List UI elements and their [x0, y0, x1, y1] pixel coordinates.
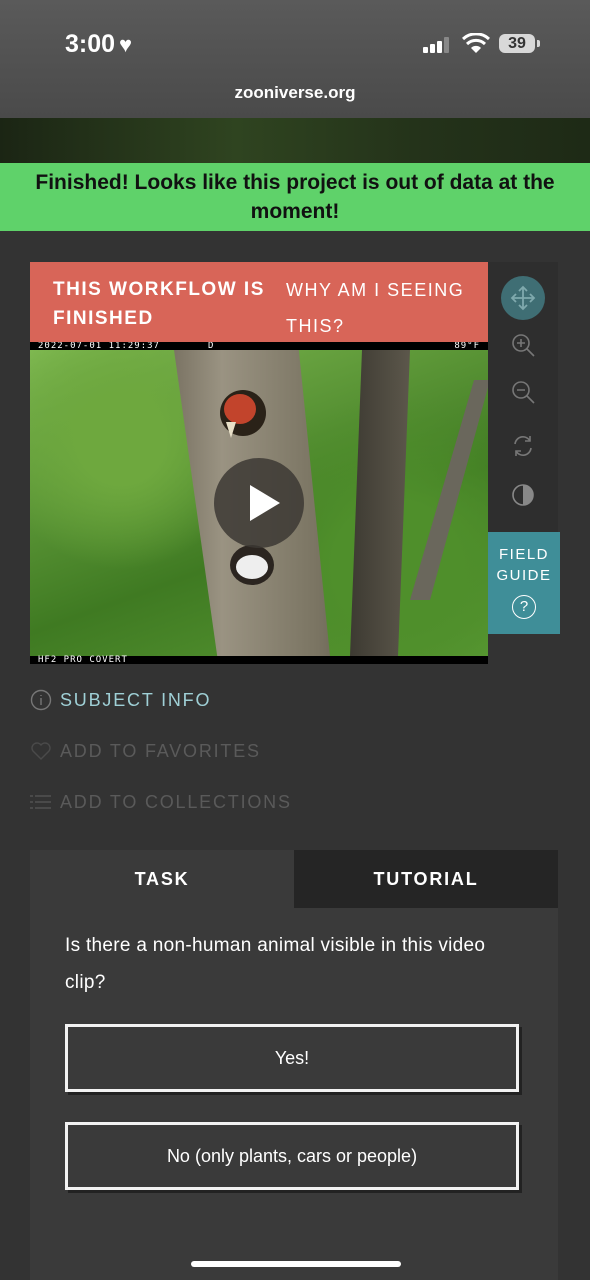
classifier-panel: THIS WORKFLOW IS FINISHED WHY AM I SEEIN… — [30, 262, 560, 1280]
tab-tutorial[interactable]: TUTORIAL — [294, 850, 558, 908]
subject-video[interactable]: 2022-07-01 11:29:37 D 89°F HF2 PRO COVER… — [30, 342, 488, 664]
field-guide-button[interactable]: FIELD GUIDE ? — [488, 532, 560, 634]
contrast-icon — [512, 484, 534, 506]
contrast-button[interactable] — [501, 473, 545, 517]
tree-branch — [410, 380, 488, 600]
zoom-out-icon — [512, 381, 535, 404]
play-icon — [250, 485, 280, 521]
why-am-i-seeing-this-link[interactable]: WHY AM I SEEING THIS? — [286, 272, 476, 344]
battery-icon: 39 — [499, 34, 535, 53]
move-tool-button[interactable] — [501, 276, 545, 320]
list-icon — [30, 791, 52, 813]
video-day-flag: D — [208, 342, 214, 351]
out-of-data-banner: Finished! Looks like this project is out… — [0, 163, 590, 231]
battery-nub — [537, 40, 540, 47]
heart-icon: ♥ — [119, 32, 133, 57]
video-timestamp: 2022-07-01 11:29:37 — [38, 342, 160, 351]
add-to-collections-button[interactable]: ADD TO COLLECTIONS — [30, 791, 292, 813]
task-question: Is there a non-human animal visible in t… — [65, 935, 486, 993]
tree-trunk-shadow — [350, 350, 410, 656]
heart-outline-icon — [30, 740, 52, 762]
field-guide-label-line2: GUIDE — [496, 567, 552, 584]
task-area: Is there a non-human animal visible in t… — [30, 908, 558, 1280]
zoom-in-icon — [512, 334, 535, 357]
zoom-out-button[interactable] — [501, 370, 545, 414]
move-icon — [510, 285, 536, 311]
status-time: 3:00 ♥ — [65, 30, 133, 58]
woodpecker-beak — [226, 422, 236, 438]
workflow-finished-label: THIS WORKFLOW IS FINISHED — [53, 279, 265, 329]
subject-info-button[interactable]: SUBJECT INFO — [30, 689, 211, 711]
woodpecker-head — [224, 394, 256, 424]
workflow-finished-bar: THIS WORKFLOW IS FINISHED WHY AM I SEEIN… — [30, 262, 488, 342]
video-camera-label: HF2 PRO COVERT — [38, 655, 128, 664]
play-button[interactable] — [214, 458, 304, 548]
home-indicator[interactable] — [191, 1261, 401, 1267]
wifi-icon — [462, 33, 490, 53]
rotate-button[interactable] — [501, 424, 545, 468]
answer-yes-button[interactable]: Yes! — [65, 1024, 519, 1092]
field-guide-label-line1: FIELD — [498, 546, 549, 563]
project-hero-image — [0, 118, 590, 163]
rotate-icon — [514, 436, 532, 456]
status-bar: 3:00 ♥ 39 zooniverse.org — [0, 0, 590, 118]
video-temperature: 89°F — [454, 342, 480, 351]
zoom-in-button[interactable] — [501, 323, 545, 367]
woodpecker-lower — [236, 555, 268, 579]
subject-info-label: SUBJECT INFO — [60, 689, 212, 710]
browser-url[interactable]: zooniverse.org — [0, 83, 590, 103]
add-to-favorites-button[interactable]: ADD TO FAVORITES — [30, 740, 261, 762]
question-mark-icon: ? — [512, 595, 536, 619]
tab-task[interactable]: TASK — [30, 850, 294, 908]
answer-no-button[interactable]: No (only plants, cars or people) — [65, 1122, 519, 1190]
info-icon — [30, 689, 52, 711]
add-to-favorites-label: ADD TO FAVORITES — [60, 740, 261, 761]
cellular-signal-icon — [423, 37, 453, 53]
task-tabs: TASK TUTORIAL — [30, 850, 558, 908]
add-to-collections-label: ADD TO COLLECTIONS — [60, 791, 292, 812]
